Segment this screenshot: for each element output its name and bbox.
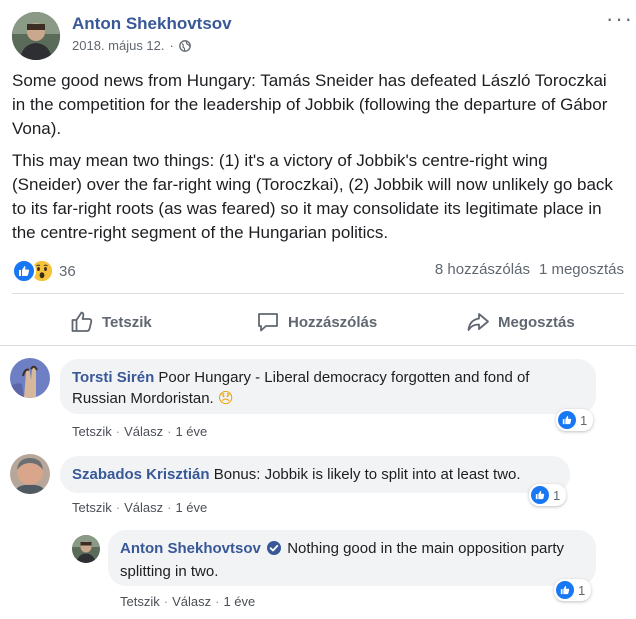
author-avatar[interactable] [12,12,60,60]
reply-reply-link[interactable]: Válasz [172,594,211,609]
separator-dot: · [115,500,121,515]
comment-like-count[interactable]: 1 [556,409,594,431]
like-count: 1 [578,582,586,598]
reply-bubble: Anton Shekhovtsov Nothing good in the ma… [108,530,596,586]
separator-dot: · [115,424,121,439]
like-reaction-icon [12,259,36,283]
reactions-count: 36 [59,262,76,280]
comments-count-link[interactable]: 8 hozzászólás [435,261,530,278]
speech-bubble-icon [256,310,280,334]
like-count: 1 [580,412,588,428]
more-options-icon[interactable]: ··· [606,6,634,32]
reaction-summary[interactable]: 36 [12,259,76,283]
like-reaction-icon [531,486,549,504]
reply-like-count[interactable]: 1 [554,579,592,601]
globe-icon [179,39,191,52]
reply-actions: Tetszik · Válasz · 1 éve [120,594,255,609]
comment-actions: Tetszik · Válasz · 1 éve [72,424,207,439]
reply-time[interactable]: 1 éve [223,594,255,609]
comment-bubble: Torsti Sirén Poor Hungary - Liberal demo… [60,359,596,414]
divider [12,293,624,294]
post-stats: 8 hozzászólás 1 megosztás [435,261,624,278]
separator-dot: · [215,594,220,609]
like-reaction-icon [556,581,574,599]
post-meta: 2018. május 12. · [72,38,191,53]
comment-text: Bonus: Jobbik is likely to split into at… [213,466,521,483]
reply-author-avatar[interactable] [72,535,100,563]
separator-dot: · [167,424,172,439]
comment-actions: Tetszik · Válasz · 1 éve [72,500,207,515]
like-reaction-icon [558,411,576,429]
share-arrow-icon [466,310,490,334]
comment-label: Hozzászólás [288,313,378,331]
post-paragraph: Some good news from Hungary: Tamás Sneid… [12,71,608,138]
commenter-avatar[interactable] [10,358,50,398]
verified-badge-icon [267,540,282,561]
commenter-name[interactable]: Szabados Krisztián [72,466,210,483]
comment-like-link[interactable]: Tetszik [72,424,112,439]
separator-dot: · [167,500,172,515]
comment-reply-link[interactable]: Válasz [124,500,163,515]
post-body: Some good news from Hungary: Tamás Sneid… [12,69,622,253]
post-date[interactable]: 2018. május 12. [72,38,165,53]
comment-like-count[interactable]: 1 [529,484,567,506]
thumbs-up-icon [70,310,94,334]
like-count: 1 [553,487,561,503]
comment-reply-link[interactable]: Válasz [124,424,163,439]
comment-time[interactable]: 1 éve [175,500,207,515]
comment-time[interactable]: 1 éve [175,424,207,439]
commenter-name[interactable]: Torsti Sirén [72,369,154,386]
like-button[interactable]: Tetszik [70,310,152,334]
comment-bubble: Szabados Krisztián Bonus: Jobbik is like… [60,456,570,493]
disappointed-emoji: 😞 [217,389,234,407]
separator-dot: · [163,594,169,609]
share-button[interactable]: Megosztás [466,310,575,334]
comment-like-link[interactable]: Tetszik [72,500,112,515]
post-author-name[interactable]: Anton Shekhovtsov [72,14,232,34]
like-label: Tetszik [102,313,152,331]
divider [0,345,636,346]
shares-count-link[interactable]: 1 megosztás [539,261,624,278]
share-label: Megosztás [498,313,575,331]
commenter-avatar[interactable] [10,454,50,494]
post-paragraph: This may mean two things: (1) it's a vic… [12,151,613,242]
meta-separator: · [169,38,174,53]
comment-button[interactable]: Hozzászólás [256,310,377,334]
reply-author-name[interactable]: Anton Shekhovtsov [120,540,261,557]
reply-like-link[interactable]: Tetszik [120,594,160,609]
